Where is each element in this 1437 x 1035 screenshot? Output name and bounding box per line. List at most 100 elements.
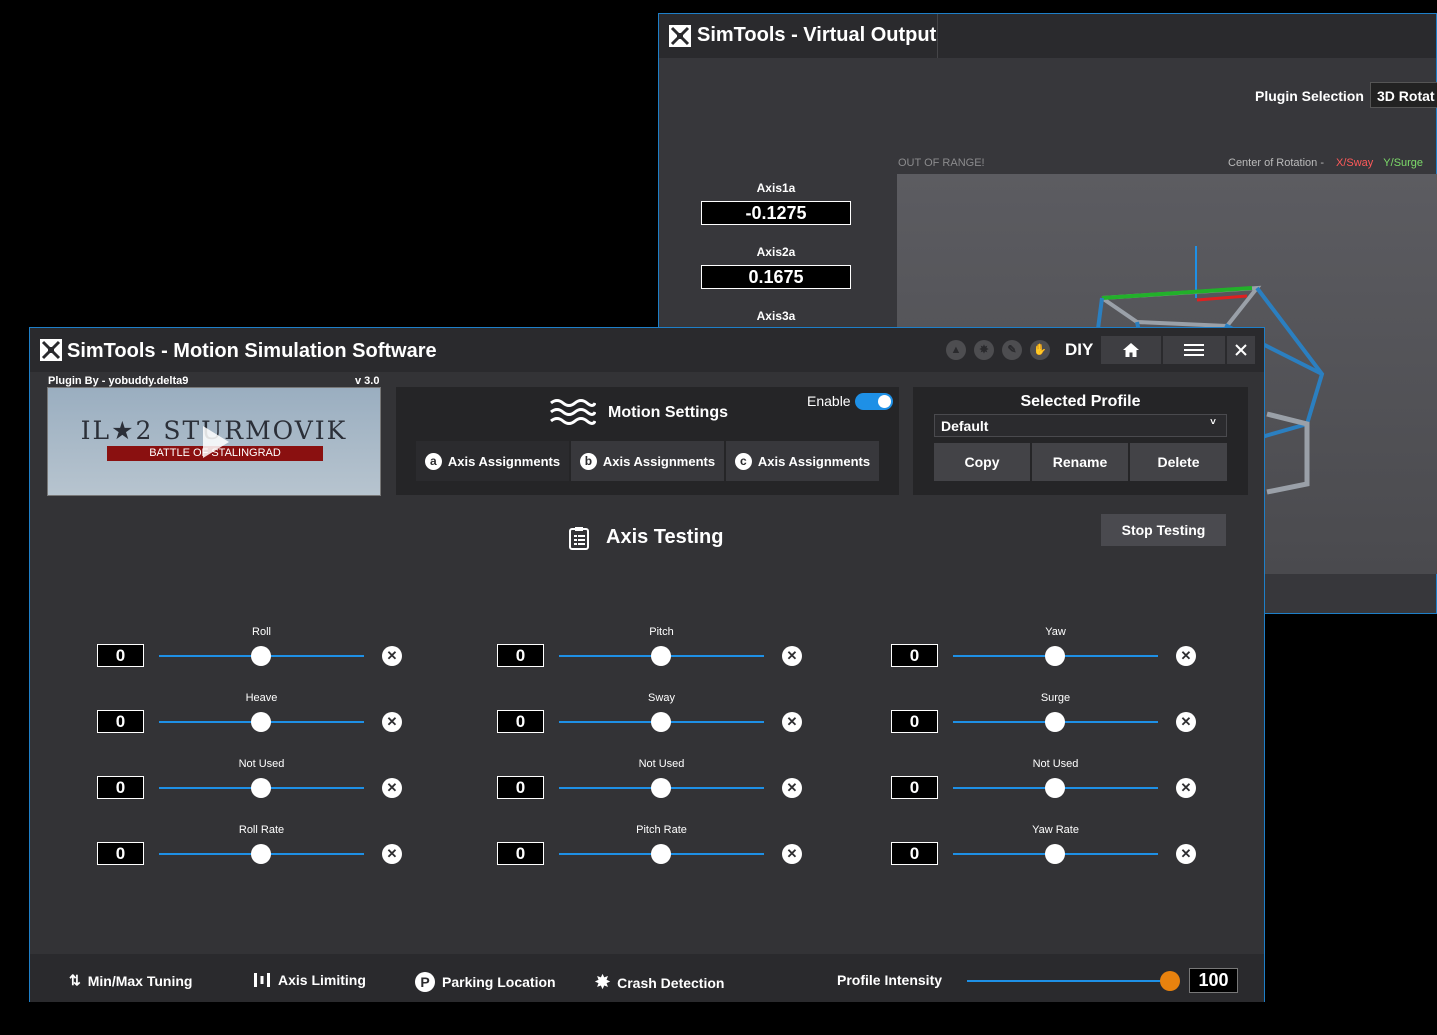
center-of-rotation-label: Center of Rotation -	[1228, 157, 1324, 169]
axis-assignments-b-tab[interactable]: b Axis Assignments	[571, 441, 724, 481]
close-button[interactable]	[1227, 336, 1255, 364]
heave-label: Heave	[245, 692, 278, 704]
pitch-reset-icon[interactable]: ✕	[782, 646, 802, 666]
yaw-rate-slider-knob[interactable]	[1045, 844, 1065, 864]
profile-dropdown[interactable]: Default ˅	[934, 414, 1227, 437]
rename-button[interactable]: Rename	[1032, 443, 1128, 481]
yaw-rate-reset-icon[interactable]: ✕	[1176, 844, 1196, 864]
roll-reset-icon[interactable]: ✕	[382, 646, 402, 666]
sway-slider-knob[interactable]	[651, 712, 671, 732]
axis-assignments-c-tab[interactable]: c Axis Assignments	[726, 441, 879, 481]
selected-profile-title: Selected Profile	[1020, 393, 1141, 410]
intensity-slider-knob[interactable]	[1160, 971, 1180, 991]
roll-value[interactable]: 0	[97, 644, 144, 667]
plugin-selection-label: Plugin Selection	[1255, 88, 1364, 104]
surge-reset-icon[interactable]: ✕	[1176, 712, 1196, 732]
pitch-rate-value[interactable]: 0	[497, 842, 544, 865]
minmax-label: Min/Max Tuning	[87, 972, 193, 989]
surge-label: Surge	[1040, 692, 1071, 704]
surge-value[interactable]: 0	[891, 710, 938, 733]
axis-limiting-label: Axis Limiting	[278, 972, 366, 988]
plugin-version: v 3.0	[355, 375, 380, 387]
heave-slider-knob[interactable]	[251, 712, 271, 732]
yaw-value[interactable]: 0	[891, 644, 938, 667]
roll-slider-knob[interactable]	[251, 646, 271, 666]
yaw-rate-value[interactable]: 0	[891, 842, 938, 865]
updown-arrows-icon: ⇅	[69, 972, 81, 988]
limit-bars-icon	[254, 973, 270, 987]
sway-reset-icon[interactable]: ✕	[782, 712, 802, 732]
not-used-slider-knob[interactable]	[1045, 778, 1065, 798]
plugin-selection-dropdown[interactable]: 3D Rotat	[1370, 82, 1437, 108]
sway-value[interactable]: 0	[497, 710, 544, 733]
parking-label: Parking Location	[442, 974, 556, 990]
home-button[interactable]	[1101, 336, 1161, 364]
not-used-label: Not Used	[1032, 758, 1079, 770]
center-of-rotation-legend: Center of Rotation - X/Sway Y/Surge	[1228, 157, 1423, 169]
burst-icon[interactable]: ✸	[974, 340, 994, 360]
play-icon[interactable]	[203, 426, 229, 458]
main-titlebar: SimTools - Motion Simulation Software ▲ …	[30, 328, 1264, 372]
roll-rate-value[interactable]: 0	[97, 842, 144, 865]
wrench-icon[interactable]: ✎	[1002, 340, 1022, 360]
pitch-slider-knob[interactable]	[651, 646, 671, 666]
surge-slider-knob[interactable]	[1045, 712, 1065, 732]
virtual-output-titlebar: SimTools - Virtual Output	[659, 14, 1436, 58]
diy-label: DIY	[1065, 340, 1094, 359]
x-sway-label: X/Sway	[1336, 157, 1374, 169]
minmax-tuning-button[interactable]: ⇅ Min/Max Tuning	[69, 972, 192, 989]
crash-detection-button[interactable]: ✸ Crash Detection	[595, 972, 724, 993]
roll-rate-label: Roll Rate	[238, 824, 285, 836]
menu-button[interactable]	[1163, 336, 1225, 364]
roll-rate-reset-icon[interactable]: ✕	[382, 844, 402, 864]
pitch-value[interactable]: 0	[497, 644, 544, 667]
hand-icon[interactable]: ✋	[1030, 340, 1050, 360]
yaw-slider-knob[interactable]	[1045, 646, 1065, 666]
not-used-reset-icon[interactable]: ✕	[782, 778, 802, 798]
roll-rate-slider-knob[interactable]	[251, 844, 271, 864]
not-used-slider-knob[interactable]	[651, 778, 671, 798]
axis2a-value: 0.1675	[701, 265, 851, 289]
pitch-rate-slider-knob[interactable]	[651, 844, 671, 864]
clipboard-icon	[569, 527, 589, 550]
crash-burst-icon: ✸	[595, 972, 611, 992]
waves-icon	[550, 399, 596, 425]
tab-label: Axis Assignments	[447, 453, 561, 469]
not-used-value[interactable]: 0	[497, 776, 544, 799]
axis-limiting-button[interactable]: Axis Limiting	[253, 972, 366, 988]
simtools-logo-icon	[669, 25, 691, 47]
game-video-preview[interactable]: IL★2 STURMOVIK BATTLE OF STALINGRAD	[47, 387, 381, 496]
not-used-value[interactable]: 0	[97, 776, 144, 799]
not-used-label: Not Used	[638, 758, 685, 770]
heave-value[interactable]: 0	[97, 710, 144, 733]
not-used-reset-icon[interactable]: ✕	[382, 778, 402, 798]
not-used-slider-knob[interactable]	[251, 778, 271, 798]
pitch-rate-reset-icon[interactable]: ✕	[782, 844, 802, 864]
simtools-logo-icon	[40, 339, 62, 361]
copy-button[interactable]: Copy	[934, 443, 1030, 481]
intensity-value[interactable]: 100	[1189, 968, 1238, 993]
out-of-range-label: OUT OF RANGE!	[898, 157, 985, 169]
y-surge-label: Y/Surge	[1383, 157, 1424, 169]
pitch-label: Pitch	[649, 626, 674, 638]
virtual-output-title: SimTools - Virtual Output	[697, 24, 937, 46]
delete-button[interactable]: Delete	[1130, 443, 1227, 481]
close-icon	[1235, 344, 1247, 356]
profile-intensity-label: Profile Intensity	[837, 972, 943, 988]
home-icon	[1123, 343, 1139, 357]
axis-assignments-a-tab[interactable]: a Axis Assignments	[416, 441, 569, 481]
pitch-rate-label: Pitch Rate	[636, 824, 687, 836]
heave-reset-icon[interactable]: ✕	[382, 712, 402, 732]
enable-toggle[interactable]	[855, 393, 893, 410]
not-used-reset-icon[interactable]: ✕	[1176, 778, 1196, 798]
enable-label: Enable	[807, 393, 851, 409]
axis1a-value: -0.1275	[701, 201, 851, 225]
arrow-up-icon[interactable]: ▲	[946, 340, 966, 360]
profile-dropdown-value: Default	[941, 418, 989, 434]
stop-testing-button[interactable]: Stop Testing	[1101, 514, 1226, 546]
parking-location-button[interactable]: P Parking Location	[415, 972, 556, 992]
intensity-slider-track[interactable]	[967, 980, 1167, 982]
yaw-reset-icon[interactable]: ✕	[1176, 646, 1196, 666]
not-used-value[interactable]: 0	[891, 776, 938, 799]
axis1a-label: Axis1a	[756, 181, 796, 195]
